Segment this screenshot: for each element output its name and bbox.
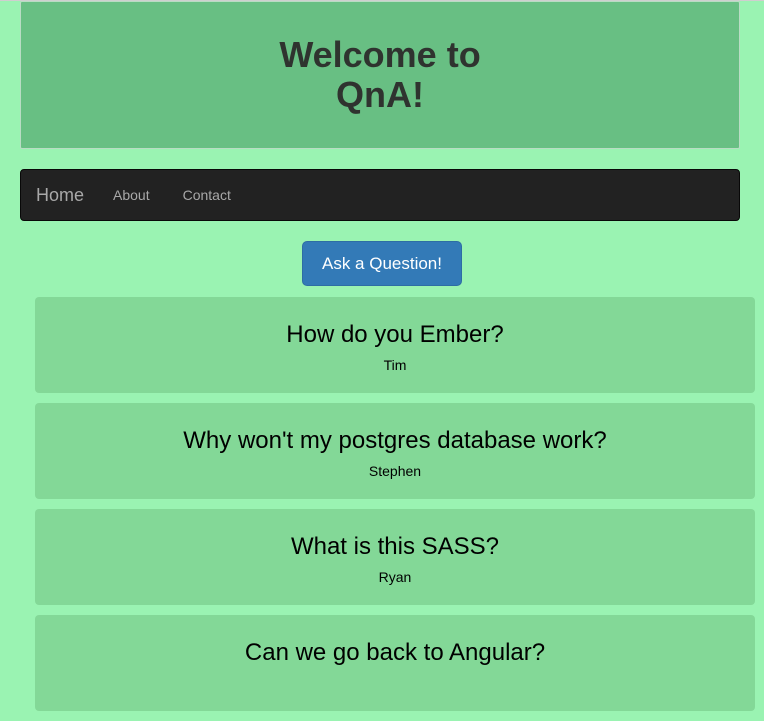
page-title: Welcome to QnA! — [279, 34, 481, 115]
question-title[interactable]: Can we go back to Angular? — [35, 639, 755, 667]
nav-contact-link[interactable]: Contact — [183, 187, 231, 203]
question-author: Stephen — [368, 463, 422, 479]
question-title[interactable]: How do you Ember? — [35, 321, 755, 349]
question-title[interactable]: Why won't my postgres database work? — [35, 427, 755, 455]
nav-about-link[interactable]: About — [113, 187, 150, 203]
question-list: How do you Ember? Tim Why won't my postg… — [35, 297, 755, 721]
nav-home-link[interactable]: Home — [36, 185, 84, 206]
question-card[interactable]: Can we go back to Angular? — [35, 615, 755, 711]
welcome-banner: Welcome to QnA! — [20, 1, 740, 149]
question-card[interactable]: Why won't my postgres database work? Ste… — [35, 403, 755, 499]
ask-question-button[interactable]: Ask a Question! — [302, 241, 462, 286]
question-title[interactable]: What is this SASS? — [35, 533, 755, 561]
question-card[interactable]: How do you Ember? Tim — [35, 297, 755, 393]
question-author: Tim — [383, 357, 407, 373]
main-navbar: Home About Contact — [20, 169, 740, 221]
question-card[interactable]: What is this SASS? Ryan — [35, 509, 755, 605]
ask-question-container: Ask a Question! — [0, 241, 764, 286]
question-author: Ryan — [378, 569, 412, 585]
